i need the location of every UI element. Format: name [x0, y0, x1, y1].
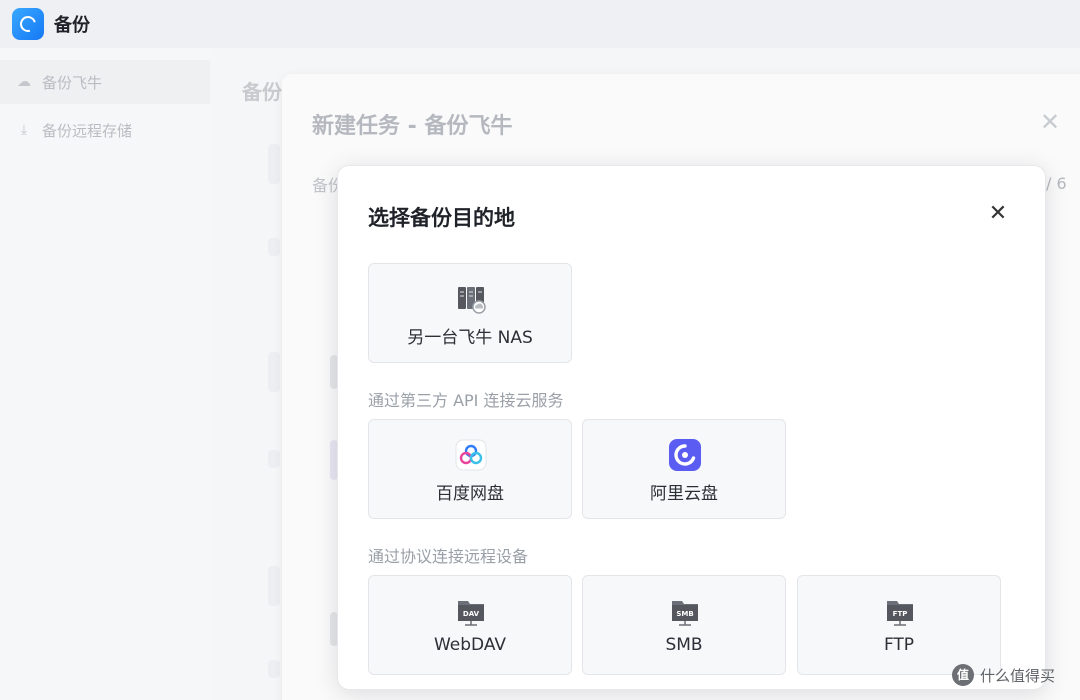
webdav-badge-text: DAV — [463, 610, 480, 618]
watermark-text: 什么值得买 — [980, 666, 1056, 685]
destination-option-label: 另一台飞牛 NAS — [407, 328, 533, 348]
background-placeholder — [268, 352, 280, 392]
aliyun-drive-icon — [669, 439, 701, 471]
sidebar-item-label: 备份远程存储 — [42, 121, 133, 140]
webdav-icon: DAV — [458, 601, 484, 626]
new-task-dialog-title: 新建任务 - 备份飞牛 — [312, 114, 513, 139]
app-titlebar: 备份 — [0, 0, 1080, 48]
close-icon[interactable]: ✕ — [986, 202, 1010, 226]
destination-option-baidu-netdisk[interactable]: 百度网盘 — [368, 419, 572, 519]
watermark-badge: 值 — [952, 664, 974, 686]
ftp-icon: FTP — [887, 601, 913, 626]
destination-option-nas[interactable]: 另一台飞牛 NAS — [368, 263, 572, 363]
destination-option-aliyun-drive[interactable]: 阿里云盘 — [582, 419, 786, 519]
background-placeholder — [268, 450, 280, 468]
destination-option-label: SMB — [665, 635, 703, 655]
smb-badge-text: SMB — [676, 610, 693, 618]
destination-option-label: 百度网盘 — [436, 484, 504, 504]
destination-option-label: 阿里云盘 — [650, 484, 718, 504]
background-placeholder — [268, 238, 280, 256]
nas-server-icon — [458, 287, 486, 314]
background-placeholder — [268, 566, 280, 606]
step-indicator: / 6 — [1046, 174, 1067, 193]
sidebar: ☁ 备份飞牛 ⤓ 备份远程存储 — [0, 48, 210, 700]
close-icon[interactable]: ✕ — [1040, 108, 1060, 136]
destination-option-label: FTP — [883, 635, 915, 655]
cloud-section-label: 通过第三方 API 连接云服务 — [368, 391, 564, 410]
background-placeholder — [268, 144, 280, 184]
destination-option-ftp[interactable]: FTP FTP — [797, 575, 1001, 675]
download-icon: ⤓ — [20, 122, 28, 138]
sidebar-item-backup-feiniu[interactable]: ☁ 备份飞牛 — [0, 60, 210, 104]
destination-option-smb[interactable]: SMB SMB — [582, 575, 786, 675]
cloud-upload-icon: ☁ — [17, 74, 31, 90]
baidu-netdisk-icon — [455, 439, 487, 471]
destination-modal: 选择备份目的地 ✕ 另一台飞牛 NAS 通过第三方 API 连接云服务 百度网盘 — [337, 165, 1046, 690]
modal-title: 选择备份目的地 — [368, 206, 515, 230]
backup-app-icon — [12, 8, 44, 40]
page-title: 备份 — [242, 80, 282, 104]
destination-option-webdav[interactable]: DAV WebDAV — [368, 575, 572, 675]
sidebar-item-backup-remote[interactable]: ⤓ 备份远程存储 — [0, 108, 210, 152]
protocol-section-label: 通过协议连接远程设备 — [368, 547, 529, 566]
ftp-badge-text: FTP — [893, 610, 908, 618]
background-placeholder — [268, 660, 280, 678]
watermark: 值 什么值得买 — [952, 664, 1055, 686]
smb-icon: SMB — [672, 601, 698, 626]
destination-option-label: WebDAV — [433, 635, 507, 655]
sidebar-item-label: 备份飞牛 — [42, 73, 103, 92]
app-title: 备份 — [54, 15, 90, 36]
